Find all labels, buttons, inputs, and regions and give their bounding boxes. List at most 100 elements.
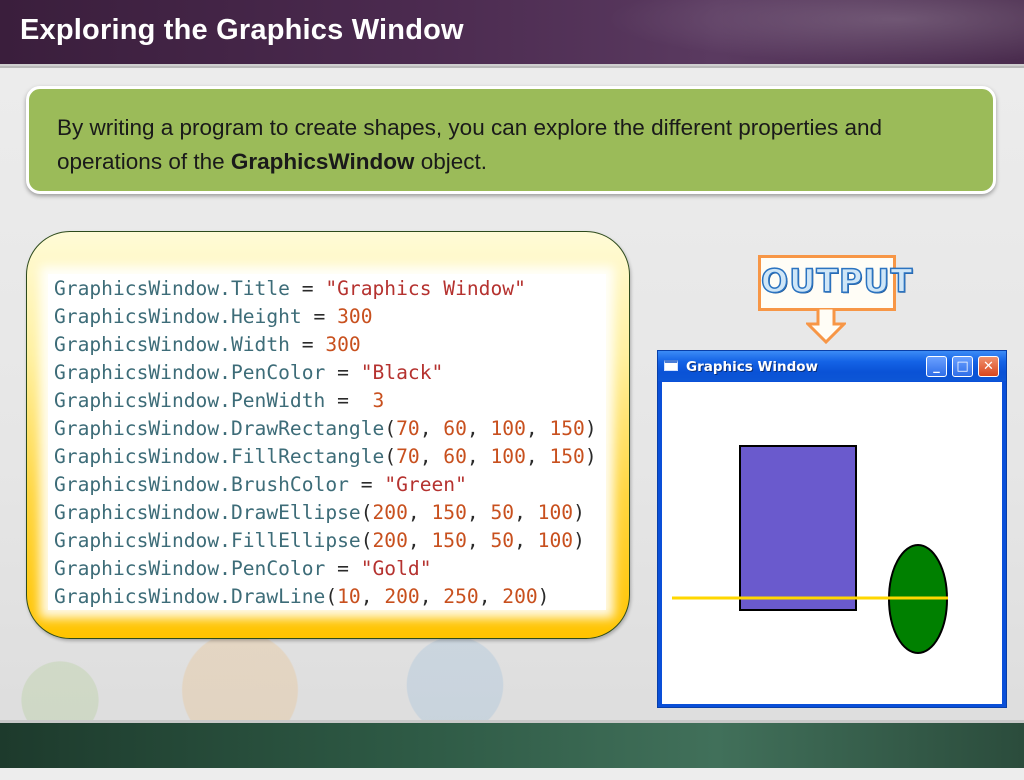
code-line: GraphicsWindow.DrawEllipse(200, 150, 50,… [54,499,597,527]
code-token: = [337,557,361,580]
code-token: ( [325,585,338,608]
code-token: ( [360,501,373,524]
code-token: ) [584,417,597,440]
intro-emphasis: GraphicsWindow [230,149,415,174]
window-title: Graphics Window [686,359,819,375]
code-line: GraphicsWindow.PenColor = "Black" [54,359,597,387]
code-token: ) [573,501,585,524]
code-line: GraphicsWindow.DrawLine(10, 200, 250, 20… [54,583,597,611]
code-token: GraphicsWindow.DrawLine [54,585,326,608]
title-divider [0,66,1024,68]
code-line: GraphicsWindow.PenWidth = 3 [54,387,597,415]
code-token: 200 [502,585,538,608]
output-label-box: OUTPUT [758,255,914,311]
code-token: , [525,445,550,468]
code-token: GraphicsWindow.DrawRectangle [54,417,385,440]
code-token: , [466,501,491,524]
code-token: 100 [537,501,574,524]
code-token: ) [537,585,550,608]
code-listing: GraphicsWindow.Title = "Graphics Window"… [54,275,597,611]
code-line: GraphicsWindow.BrushColor = "Green" [54,471,597,499]
output-label: OUTPUT [760,261,914,301]
code-token: = [313,305,338,328]
down-arrow-icon [806,308,846,344]
code-token: 100 [537,529,574,552]
code-token: 200 [384,585,420,608]
code-token: 300 [325,333,361,356]
code-token: 70 [396,417,420,440]
code-token: , [466,417,491,440]
code-token: 100 [490,417,526,440]
code-token: = [337,389,373,412]
code-token: GraphicsWindow.PenColor [54,361,338,384]
code-line: GraphicsWindow.FillRectangle(70, 60, 100… [54,443,597,471]
code-token: ) [573,529,585,552]
code-token: 200 [372,501,408,524]
code-token: 150 [431,501,467,524]
code-token: ( [360,529,373,552]
intro-callout: By writing a program to create shapes, y… [26,86,996,194]
code-line: GraphicsWindow.PenColor = "Gold" [54,555,597,583]
code-token: 60 [443,417,467,440]
window-canvas [662,382,1002,704]
code-token: , [466,445,491,468]
code-token: "Green" [384,473,467,496]
code-token: = [301,333,326,356]
code-token: "Black" [360,361,444,384]
slide-title-bar: Exploring the Graphics Window [0,0,1024,64]
code-token: 200 [372,529,408,552]
code-token: "Graphics Window" [325,277,526,300]
code-line: GraphicsWindow.Width = 300 [54,331,597,359]
code-token: GraphicsWindow.BrushColor [54,473,361,496]
code-token: "Gold" [360,557,432,580]
code-token: GraphicsWindow.FillRectangle [54,445,385,468]
code-token: , [525,417,550,440]
code-token: 250 [443,585,479,608]
graphics-window: Graphics Window _ □ ✕ [657,350,1007,708]
code-token: 150 [549,445,585,468]
code-token: , [478,585,503,608]
close-button[interactable]: ✕ [978,356,999,377]
graphics-canvas [672,445,948,654]
code-token: = [301,277,326,300]
code-token: , [419,417,444,440]
code-line: GraphicsWindow.Title = "Graphics Window" [54,275,597,303]
code-token: GraphicsWindow.PenWidth [54,389,338,412]
code-token: 150 [431,529,467,552]
code-token: GraphicsWindow.FillEllipse [54,529,361,552]
code-token: , [407,501,432,524]
code-token: GraphicsWindow.Height [54,305,314,328]
code-token: GraphicsWindow.PenColor [54,557,338,580]
code-token: 10 [337,585,361,608]
code-token: ) [584,445,597,468]
intro-text-end: object. [414,149,487,174]
slide-title: Exploring the Graphics Window [20,14,464,46]
code-token: = [337,361,361,384]
code-token: , [360,585,385,608]
window-titlebar[interactable]: Graphics Window _ □ ✕ [658,351,1006,381]
code-token: 50 [490,529,515,552]
code-token: , [514,529,538,552]
code-token: , [514,501,538,524]
code-token: 300 [337,305,373,328]
code-token: , [407,529,432,552]
code-token: 100 [490,445,526,468]
code-token: 50 [490,501,515,524]
code-line: GraphicsWindow.Height = 300 [54,303,597,331]
maximize-button[interactable]: □ [952,356,973,377]
code-token: 150 [549,417,585,440]
code-token: , [419,445,444,468]
code-token: GraphicsWindow.DrawEllipse [54,501,361,524]
slide-footer [0,723,1024,768]
code-token: 3 [372,389,385,412]
code-line: GraphicsWindow.DrawRectangle(70, 60, 100… [54,415,597,443]
code-token: , [419,585,444,608]
code-token: GraphicsWindow.Width [54,333,302,356]
minimize-button[interactable]: _ [926,356,947,377]
code-token: ( [384,417,397,440]
code-token: ( [384,445,397,468]
code-token: , [466,529,491,552]
code-token: = [360,473,385,496]
code-line: GraphicsWindow.FillEllipse(200, 150, 50,… [54,527,597,555]
code-token: 60 [443,445,467,468]
